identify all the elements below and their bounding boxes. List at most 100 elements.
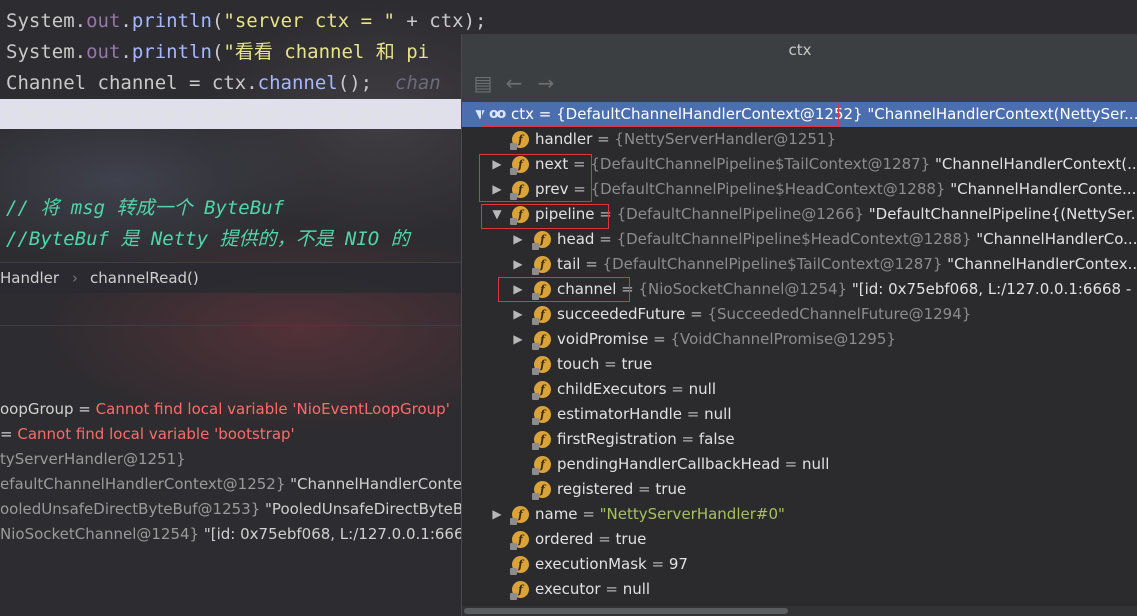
row-text: succeededFuture = {SucceededChannelFutur… [557, 302, 971, 327]
variable-name: NioSocketChannel@1254} [0, 525, 204, 543]
collapsed-arrow-icon[interactable]: ▶ [511, 277, 525, 302]
expanded-arrow-icon[interactable]: ▼ [490, 202, 504, 227]
code-token: ( [211, 41, 224, 63]
tree-row-prev[interactable]: ▶ f prev = {DefaultChannelPipeline$HeadCon… [462, 177, 1137, 202]
breadcrumb: Handler › channelRead() [0, 262, 462, 293]
tree-row-tail[interactable]: ▶ f tail = {DefaultChannelPipeline$TailCon… [462, 252, 1137, 277]
tree-row-next[interactable]: ▶ f next = {DefaultChannelPipeline$TailCon… [462, 152, 1137, 177]
row-text: estimatorHandle = null [557, 402, 732, 427]
row-text: next = {DefaultChannelPipeline$TailConte… [535, 152, 1137, 177]
back-arrow-icon[interactable]: ← [503, 72, 525, 94]
row-text: name = "NettyServerHandler#0" [535, 502, 785, 527]
code-token: ( [211, 10, 224, 32]
collapsed-arrow-icon[interactable]: ▶ [511, 227, 525, 252]
variable-line[interactable]: ooledUnsafeDirectByteBuf@1253} "PooledUn… [0, 497, 513, 522]
field-icon: f [532, 456, 551, 475]
tree-row-head[interactable]: ▶ f head = {DefaultChannelPipeline$HeadCon… [462, 227, 1137, 252]
equals-sign: = [592, 130, 615, 148]
code-line[interactable]: // 将 msg 转成一个 ByteBuf [0, 193, 284, 223]
variable-line[interactable]: tyServerHandler@1251} [0, 447, 186, 472]
row-text: pendingHandlerCallbackHead = null [557, 452, 829, 477]
field-name: ordered [535, 530, 594, 548]
tree-row-touch[interactable]: f touch = true [462, 352, 1137, 377]
field-name: handler [535, 130, 593, 148]
to-string-value: "ChannelHandlerContex... [942, 255, 1137, 273]
collapsed-arrow-icon[interactable]: ▶ [511, 252, 525, 277]
field-name: childExecutors [557, 380, 667, 398]
horizontal-scrollbar[interactable] [462, 606, 1137, 616]
code-line[interactable]: //ByteBuf 是 Netty 提供的，不是 NIO 的 [0, 224, 410, 254]
tree-icon[interactable]: ▤ [472, 72, 494, 94]
object-reference: {DefaultChannelPipeline$HeadContext@1288… [616, 230, 972, 248]
watch-icon: oo [489, 106, 506, 122]
equals-sign: = [616, 280, 639, 298]
breadcrumb-class[interactable]: Handler [0, 263, 59, 293]
tree-row-channel[interactable]: ▶ f channel = {NioSocketChannel@1254} "[id… [462, 277, 1137, 302]
code-line[interactable]: System.out.println("看看 channel 和 pi [0, 37, 429, 67]
field-icon: f [510, 131, 529, 150]
equals-sign: = [599, 355, 622, 373]
field-value: true [655, 480, 687, 498]
collapsed-arrow-icon[interactable]: ▶ [490, 502, 504, 527]
code-line[interactable]: Channel channel = ctx.channel(); chan [0, 68, 441, 98]
breadcrumb-method[interactable]: channelRead() [90, 263, 199, 293]
field-value: true [621, 355, 653, 373]
collapsed-arrow-icon[interactable]: ▶ [490, 177, 504, 202]
equals-sign: = [685, 305, 708, 323]
tree-row-estimatorhandle[interactable]: f estimatorHandle = null [462, 402, 1137, 427]
row-text: ordered = true [535, 527, 646, 552]
tree-row-firstregistration[interactable]: f firstRegistration = false [462, 427, 1137, 452]
tree-row-pendinghandlercallbackhead[interactable]: f pendingHandlerCallbackHead = null [462, 452, 1137, 477]
field-icon: f [510, 531, 529, 550]
field-name: executionMask [535, 555, 647, 573]
tree-row-succeededfuture[interactable]: ▶ f succeededFuture = {SucceededChannelFut… [462, 302, 1137, 327]
field-value: true [615, 530, 647, 548]
object-reference: {DefaultChannelPipeline@1266} [616, 205, 864, 223]
code-token: out [86, 41, 121, 63]
variable-name: ooledUnsafeDirectByteBuf@1253} [0, 500, 266, 518]
tree-row-voidpromise[interactable]: ▶ f voidPromise = {VoidChannelPromise@1295… [462, 327, 1137, 352]
variable-line[interactable]: oopGroup = Cannot find local variable 'N… [0, 397, 450, 422]
field-icon: f [532, 306, 551, 325]
row-text: executor = null [535, 577, 650, 602]
equals-sign: = [534, 105, 557, 123]
field-icon: f [510, 556, 529, 575]
field-value: null [622, 580, 651, 598]
tree-row-executor[interactable]: f executor = null [462, 577, 1137, 602]
collapsed-arrow-icon[interactable]: ▶ [511, 302, 525, 327]
collapsed-arrow-icon[interactable]: ▶ [490, 152, 504, 177]
field-icon: f [510, 181, 529, 200]
scrollbar-thumb[interactable] [464, 608, 788, 614]
expanded-arrow-icon[interactable]: ▼ [473, 102, 487, 127]
row-text: head = {DefaultChannelPipeline$HeadConte… [557, 227, 1137, 252]
variable-line[interactable]: efaultChannelHandlerContext@1252} "Chann… [0, 472, 509, 497]
field-icon: f [532, 431, 551, 450]
field-icon: f [532, 481, 551, 500]
code-line[interactable]: System.out.println("server ctx = " + ctx… [0, 6, 487, 36]
evaluate-popup[interactable]: ctx ▤ ← → ▼ oo ctx = {DefaultChannelHandle… [461, 34, 1137, 616]
tree-row-ordered[interactable]: f ordered = true [462, 527, 1137, 552]
row-text: touch = true [557, 352, 652, 377]
field-name: touch [557, 355, 600, 373]
popup-title[interactable]: ctx [462, 34, 1137, 66]
tree-row-registered[interactable]: f registered = true [462, 477, 1137, 502]
variable-line[interactable]: = Cannot find local variable 'bootstrap' [0, 422, 295, 447]
panel-divider [0, 325, 462, 326]
tree-row-pipeline[interactable]: ▼ f pipeline = {DefaultChannelPipeline@126… [462, 202, 1137, 227]
collapsed-arrow-icon[interactable]: ▶ [511, 327, 525, 352]
code-token: "看看 channel 和 pi [223, 41, 430, 63]
variable-line[interactable]: NioSocketChannel@1254} "[id: 0x75ebf068,… [0, 522, 498, 547]
tree-row-executionmask[interactable]: f executionMask = 97 [462, 552, 1137, 577]
tree-row-name[interactable]: ▶ f name = "NettyServerHandler#0" [462, 502, 1137, 527]
object-reference: {NettyServerHandler@1251} [614, 130, 837, 148]
code-line[interactable]: ChannelPipeline pipeline = ctx.pipelin [0, 99, 486, 129]
tree-row-handler[interactable]: f handler = {NettyServerHandler@1251} [462, 127, 1137, 152]
object-reference: {DefaultChannelPipeline$TailContext@1287… [590, 155, 931, 173]
row-text: handler = {NettyServerHandler@1251} [535, 127, 836, 152]
code-token: "server ctx = " [223, 10, 395, 32]
to-string-value: "DefaultChannelPipeline{(NettySer... [863, 205, 1137, 223]
tree-row-ctx[interactable]: ▼ oo ctx = {DefaultChannelHandlerContext@1… [462, 102, 1137, 127]
field-value: 97 [668, 555, 688, 573]
tree-row-childexecutors[interactable]: f childExecutors = null [462, 377, 1137, 402]
forward-arrow-icon[interactable]: → [535, 72, 557, 94]
